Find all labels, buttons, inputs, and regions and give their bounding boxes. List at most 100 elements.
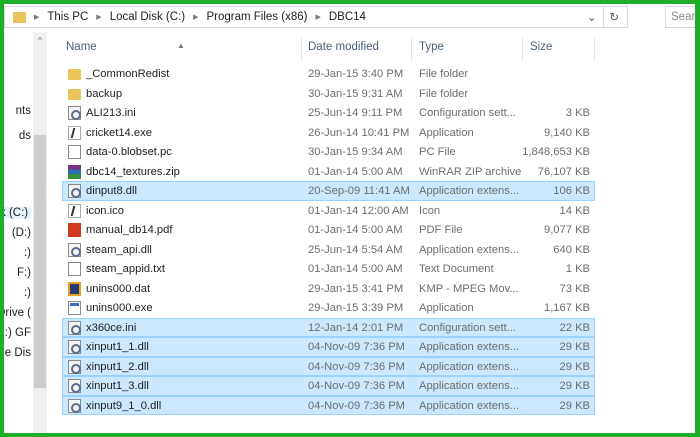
nav-item[interactable]: :) — [24, 247, 31, 259]
file-row[interactable]: xinput9_1_0.dll 04-Nov-09 7:36 PM Applic… — [62, 395, 595, 415]
file-row[interactable]: xinput1_2.dll 04-Nov-09 7:36 PM Applicat… — [62, 356, 595, 376]
file-row[interactable]: steam_appid.txt 01-Jan-14 5:00 AM Text D… — [62, 259, 595, 279]
breadcrumb-dbc14[interactable]: DBC14 — [329, 11, 366, 23]
nav-item[interactable]: (I:) GF — [0, 327, 31, 339]
nav-item[interactable]: le Dis — [2, 347, 31, 359]
file-row[interactable]: steam_api.dll 25-Jun-14 5:54 AM Applicat… — [62, 240, 595, 260]
folder-icon — [13, 11, 26, 23]
address-bar[interactable]: ▶ This PC ▶ Local Disk (C:) ▶ Program Fi… — [4, 6, 628, 28]
file-type: Application extens... — [419, 341, 520, 353]
file-row[interactable]: manual_db14.pdf 01-Jan-14 5:00 AM PDF Fi… — [62, 220, 595, 240]
file-name: steam_api.dll — [86, 243, 152, 256]
nav-item[interactable]: Drive ( — [0, 307, 31, 319]
file-size: 29 KB — [559, 380, 590, 392]
scrollbar-thumb[interactable] — [34, 135, 46, 388]
search-input[interactable]: Search — [665, 6, 700, 28]
file-list: _CommonRedist 29-Jan-15 3:40 PM File fol… — [62, 64, 595, 415]
folder-icon — [68, 88, 81, 100]
file-name: manual_db14.pdf — [86, 224, 173, 236]
nav-item[interactable]: k (C:) — [0, 207, 31, 219]
file-name: ALI213.ini — [86, 107, 136, 119]
file-icon — [68, 203, 81, 218]
file-name: icon.ico — [86, 204, 124, 217]
file-name: x360ce.ini — [86, 321, 137, 334]
file-icon — [68, 262, 81, 276]
file-name: xinput1_1.dll — [86, 341, 149, 353]
nav-item[interactable]: F:) — [17, 267, 31, 279]
file-name: unins000.exe — [86, 302, 153, 314]
file-row[interactable]: data-0.blobset.pc 30-Jan-15 9:34 AM PC F… — [62, 142, 595, 162]
file-type: Application — [419, 302, 474, 314]
file-size: 3 KB — [565, 107, 590, 119]
column-date-modified[interactable]: Date modified — [308, 41, 379, 53]
file-name: dinput8.dll — [86, 185, 138, 197]
file-date: 29-Jan-15 3:39 PM — [308, 302, 404, 314]
nav-item[interactable]: nts — [16, 105, 31, 117]
file-size: 29 KB — [559, 399, 590, 412]
file-size: 1,167 KB — [543, 302, 590, 314]
column-divider[interactable] — [301, 38, 302, 60]
file-row[interactable]: unins000.dat 29-Jan-15 3:41 PM KMP - MPE… — [62, 279, 595, 299]
nav-item[interactable]: ds — [19, 130, 31, 142]
column-name[interactable]: Name — [66, 41, 97, 53]
file-icon — [68, 281, 81, 296]
chevron-down-icon[interactable]: ⌄ — [581, 7, 603, 27]
file-row[interactable]: ALI213.ini 25-Jun-14 9:11 PM Configurati… — [62, 103, 595, 123]
chevron-right-icon: ▶ — [315, 14, 321, 21]
file-date: 29-Jan-15 3:40 PM — [308, 68, 404, 80]
file-date: 04-Nov-09 7:36 PM — [308, 360, 406, 373]
file-row[interactable]: cricket14.exe 26-Jun-14 10:41 PM Applica… — [62, 123, 595, 143]
file-date: 04-Nov-09 7:36 PM — [308, 341, 406, 353]
nav-item[interactable]: :) — [24, 287, 31, 299]
file-row[interactable]: x360ce.ini 12-Jan-14 2:01 PM Configurati… — [62, 317, 595, 337]
file-icon — [68, 184, 81, 198]
file-type: File folder — [419, 87, 469, 100]
column-divider[interactable] — [411, 38, 412, 60]
column-divider[interactable] — [594, 38, 595, 60]
file-size: 29 KB — [559, 360, 590, 373]
file-row[interactable]: dinput8.dll 20-Sep-09 11:41 AM Applicati… — [62, 181, 595, 201]
breadcrumb-this-pc[interactable]: This PC — [47, 11, 88, 23]
file-row[interactable]: xinput1_1.dll 04-Nov-09 7:36 PM Applicat… — [62, 337, 595, 357]
file-icon — [68, 359, 81, 374]
scroll-up-icon[interactable]: ^ — [33, 36, 47, 45]
file-date: 25-Jun-14 9:11 PM — [308, 107, 403, 119]
file-size: 9,077 KB — [543, 224, 590, 236]
file-row[interactable]: _CommonRedist 29-Jan-15 3:40 PM File fol… — [62, 64, 595, 84]
navigation-pane: nts ds k (C:) (D:):) F:):) Drive ( (I:) GF le D… — [0, 30, 33, 437]
file-date: 04-Nov-09 7:36 PM — [308, 399, 406, 412]
nav-item[interactable]: (D:) — [12, 227, 31, 239]
file-date: 30-Jan-15 9:31 AM — [308, 87, 403, 100]
breadcrumb-local-disk[interactable]: Local Disk (C:) — [110, 11, 185, 23]
file-icon — [68, 340, 81, 354]
file-icon — [68, 379, 81, 393]
file-row[interactable]: dbc14_textures.zip 01-Jan-14 5:00 AM Win… — [62, 162, 595, 182]
column-divider[interactable] — [522, 38, 523, 60]
file-icon — [68, 125, 81, 140]
file-icon — [68, 145, 81, 159]
column-type[interactable]: Type — [419, 41, 444, 53]
refresh-icon[interactable]: ↻ — [602, 7, 626, 27]
file-type: Text Document — [419, 263, 494, 275]
file-type: Application extens... — [419, 185, 520, 197]
file-size: 1,848,653 KB — [522, 146, 590, 158]
file-name: data-0.blobset.pc — [86, 146, 172, 158]
file-row[interactable]: backup 30-Jan-15 9:31 AM File folder — [62, 84, 595, 104]
file-row[interactable]: xinput1_3.dll 04-Nov-09 7:36 PM Applicat… — [62, 376, 595, 396]
file-icon — [68, 106, 81, 120]
file-row[interactable]: unins000.exe 29-Jan-15 3:39 PM Applicati… — [62, 298, 595, 318]
file-name: steam_appid.txt — [86, 263, 165, 275]
breadcrumb-program-files[interactable]: Program Files (x86) — [206, 11, 307, 23]
file-date: 12-Jan-14 2:01 PM — [308, 321, 404, 334]
column-header: ▲ Name Date modified Type Size — [47, 38, 695, 60]
file-type: File folder — [419, 68, 469, 80]
file-type: PC File — [419, 146, 456, 158]
file-type: Application extens... — [419, 243, 520, 256]
nav-scrollbar[interactable]: ^ — [33, 32, 47, 437]
file-size: 22 KB — [559, 321, 590, 334]
file-size: 640 KB — [553, 243, 590, 256]
file-icon — [68, 398, 81, 413]
file-type: Configuration sett... — [419, 321, 517, 334]
file-row[interactable]: icon.ico 01-Jan-14 12:00 AM Icon 14 KB — [62, 201, 595, 221]
column-size[interactable]: Size — [530, 41, 552, 53]
